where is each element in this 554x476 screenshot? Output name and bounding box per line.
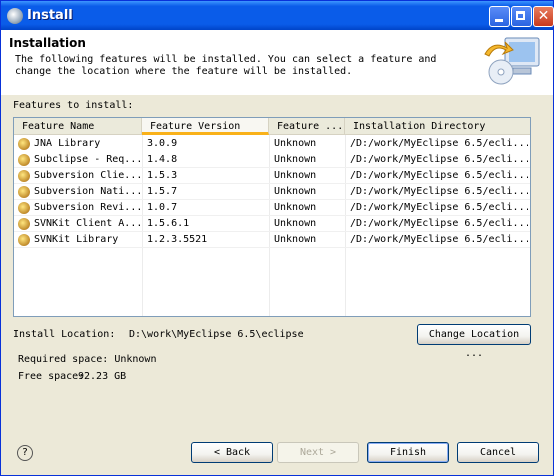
feature-name: Subclipse - Req...	[34, 154, 140, 165]
back-button[interactable]: < Back	[191, 442, 273, 463]
minimize-icon	[495, 19, 503, 22]
feature-name: JNA Library	[34, 138, 101, 149]
table-row[interactable]: Subversion Revi... 1.0.7 Unknown /D:/wor…	[14, 200, 530, 216]
feature-size: Unknown	[274, 154, 317, 165]
page-description: The following features will be installed…	[15, 54, 437, 77]
table-row[interactable]: Subversion Nati... 1.5.7 Unknown /D:/wor…	[14, 184, 530, 200]
feature-icon	[18, 218, 30, 230]
feature-directory: /D:/work/MyEclipse 6.5/ecli...	[350, 202, 528, 213]
help-icon[interactable]: ?	[17, 445, 33, 461]
feature-directory: /D:/work/MyEclipse 6.5/ecli...	[350, 234, 528, 245]
change-location-button[interactable]: Change Location ...	[417, 324, 531, 359]
feature-version: 3.0.9	[147, 138, 178, 149]
column-header-installation-directory[interactable]: Installation Directory	[345, 118, 530, 135]
minimize-button[interactable]	[489, 6, 510, 27]
feature-size: Unknown	[274, 138, 317, 149]
cancel-button[interactable]: Cancel	[457, 442, 539, 463]
feature-name: SVNKit Library	[34, 234, 119, 245]
header-separator	[1, 94, 553, 95]
feature-icon	[18, 186, 30, 198]
required-space: Required space: Unknown	[18, 354, 157, 365]
install-location-label: Install Location:	[13, 329, 116, 340]
title-bar[interactable]: Install ✕	[1, 1, 554, 30]
close-button[interactable]: ✕	[533, 6, 554, 27]
feature-size: Unknown	[274, 170, 317, 181]
feature-version: 1.5.6.1	[147, 218, 190, 229]
feature-size: Unknown	[274, 218, 317, 229]
column-header-feature-version[interactable]: Feature Version	[142, 118, 269, 135]
wizard-header: Installation The following features will…	[1, 30, 553, 95]
feature-version: 1.5.7	[147, 186, 178, 197]
feature-icon	[18, 138, 30, 150]
feature-name: Subversion Revi...	[34, 202, 140, 213]
feature-version: 1.4.8	[147, 154, 178, 165]
close-icon: ✕	[537, 8, 550, 24]
table-row[interactable]: SVNKit Client A... 1.5.6.1 Unknown /D:/w…	[14, 216, 530, 232]
feature-directory: /D:/work/MyEclipse 6.5/ecli...	[350, 154, 528, 165]
feature-directory: /D:/work/MyEclipse 6.5/ecli...	[350, 138, 528, 149]
table-row[interactable]: SVNKit Library 1.2.3.5521 Unknown /D:/wo…	[14, 232, 530, 248]
table-row[interactable]: JNA Library 3.0.9 Unknown /D:/work/MyEcl…	[14, 136, 530, 152]
feature-size: Unknown	[274, 202, 317, 213]
free-space-value: 92.23 GB	[78, 371, 127, 382]
feature-name: Subversion Nati...	[34, 186, 140, 197]
table-row[interactable]: Subversion Clie... 1.5.3 Unknown /D:/wor…	[14, 168, 530, 184]
next-button[interactable]: Next >	[277, 442, 359, 463]
feature-directory: /D:/work/MyEclipse 6.5/ecli...	[350, 186, 528, 197]
feature-version: 1.0.7	[147, 202, 178, 213]
feature-directory: /D:/work/MyEclipse 6.5/ecli...	[350, 170, 528, 181]
features-table[interactable]: Feature Name Feature Version Feature ...…	[13, 117, 531, 317]
column-header-feature-size[interactable]: Feature ...	[269, 118, 345, 135]
features-label-text: Features to install:	[13, 100, 134, 111]
install-wizard-icon	[484, 37, 540, 85]
table-row[interactable]: Subclipse - Req... 1.4.8 Unknown /D:/wor…	[14, 152, 530, 168]
install-window: Install ✕ Installation The following fea…	[0, 0, 554, 476]
feature-directory: /D:/work/MyEclipse 6.5/ecli...	[350, 218, 528, 229]
feature-version: 1.5.3	[147, 170, 178, 181]
page-title: Installation	[9, 36, 86, 50]
install-location-value: D:\work\MyEclipse 6.5\eclipse	[129, 329, 304, 340]
window-title: Install	[27, 8, 73, 23]
feature-version: 1.2.3.5521	[147, 234, 208, 245]
feature-icon	[18, 234, 30, 246]
feature-icon	[18, 170, 30, 182]
feature-name: Subversion Clie...	[34, 170, 140, 181]
features-label: Features to install:	[13, 100, 133, 111]
app-icon	[7, 8, 23, 24]
finish-button[interactable]: Finish	[367, 442, 449, 463]
feature-size: Unknown	[274, 234, 317, 245]
free-space-label: Free space:	[18, 371, 85, 382]
feature-icon	[18, 154, 30, 166]
feature-name: SVNKit Client A...	[34, 218, 140, 229]
column-header-feature-name[interactable]: Feature Name	[14, 118, 142, 135]
feature-icon	[18, 202, 30, 214]
maximize-icon	[516, 11, 525, 20]
feature-size: Unknown	[274, 186, 317, 197]
maximize-button[interactable]	[511, 6, 532, 27]
